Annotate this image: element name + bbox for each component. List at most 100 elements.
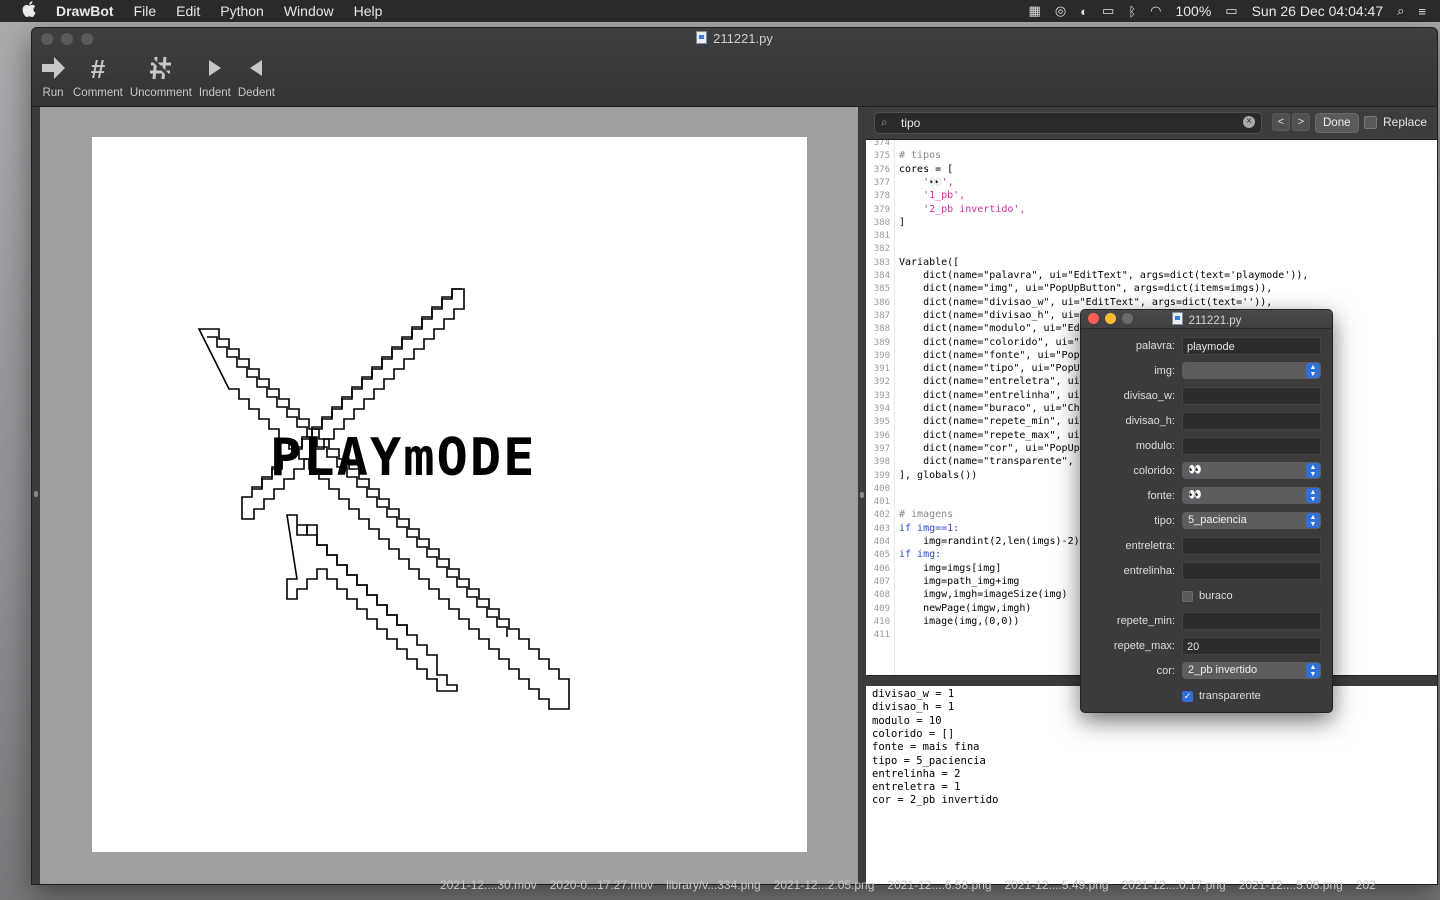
variable-textfield[interactable] (1182, 412, 1321, 430)
notification-center-icon[interactable]: ≡ (1418, 4, 1426, 19)
code-line[interactable]: 403 if img==1: (866, 522, 959, 535)
indent-button[interactable]: Indent (199, 54, 231, 99)
code-line[interactable]: 399], globals()) (866, 469, 978, 482)
sync-icon[interactable]: ◎ (1055, 3, 1066, 19)
display-icon[interactable]: ▭ (1102, 3, 1114, 19)
comment-button[interactable]: # Comment (73, 54, 123, 99)
code-line[interactable]: 378 '1_pb', (866, 189, 966, 202)
code-line[interactable]: 404 img=randint(2,len(imgs)-2) (866, 535, 1080, 548)
code-line[interactable]: 395 dict(name="repete_min", ui (866, 415, 1080, 428)
app-name-menu[interactable]: DrawBot (56, 3, 114, 19)
variable-checkbox[interactable]: ✓ transparente (1182, 690, 1261, 702)
code-line[interactable]: 380] (866, 216, 905, 229)
variable-textfield[interactable]: playmode (1182, 337, 1321, 355)
desktop-file-label[interactable]: 2021-12....6.58.png (887, 878, 991, 900)
desktop-file-label[interactable]: 2020-0...17.27.mov (550, 878, 653, 900)
left-resize-grip[interactable] (34, 491, 38, 497)
code-line[interactable]: 377 '👀', (866, 176, 954, 189)
desktop-file-label[interactable]: 2021-12....5.49.png (1005, 878, 1109, 900)
find-search-field[interactable]: ⌕ tipo × (874, 112, 1262, 134)
variable-popup[interactable]: ▲ ▼ (1182, 362, 1321, 379)
variable-textfield[interactable] (1182, 437, 1321, 455)
code-line[interactable]: 409 newPage(imgw,imgh) (866, 602, 1032, 615)
variable-textfield[interactable] (1182, 537, 1321, 555)
code-line[interactable]: 375 # tipos (866, 149, 941, 162)
variable-textfield[interactable] (1182, 562, 1321, 580)
variable-popup[interactable]: 5_paciencia ▲ ▼ (1182, 512, 1321, 529)
code-line[interactable]: 405 if img: (866, 548, 941, 561)
variable-popup[interactable]: 👀 ▲ ▼ (1182, 487, 1321, 504)
uncomment-button[interactable]: Uncomment (130, 54, 192, 99)
find-query[interactable]: tipo (901, 116, 920, 130)
code-line[interactable]: 383 Variable([ (866, 256, 959, 269)
replace-checkbox[interactable] (1364, 115, 1377, 129)
find-done-button[interactable]: Done (1315, 113, 1359, 133)
code-line[interactable]: 385 dict(name="img", ui="PopUpButton", a… (866, 282, 1273, 295)
wifi-icon[interactable]: ◠ (1150, 3, 1161, 19)
desktop-file-label[interactable]: 2021-12....5.08.png (1239, 878, 1343, 900)
menu-edit[interactable]: Edit (176, 3, 200, 19)
clear-search-icon[interactable]: × (1243, 116, 1255, 128)
bluetooth-icon[interactable]: ᛒ (1128, 4, 1136, 19)
desktop-file-label[interactable]: 2021-12....30.mov (440, 878, 537, 900)
code-line[interactable]: 410 image(img,(0,0)) (866, 615, 1020, 628)
menu-help[interactable]: Help (354, 3, 383, 19)
code-line[interactable]: 382 (866, 242, 899, 255)
code-line[interactable]: 407 img=path_img+img (866, 575, 1020, 588)
variable-checkbox[interactable]: buraco (1182, 590, 1233, 602)
menu-window[interactable]: Window (284, 3, 334, 19)
find-previous-button[interactable]: < (1272, 113, 1290, 131)
apple-menu-icon[interactable] (20, 1, 38, 21)
desktop-file-label[interactable]: 2021-12...2.05.png (774, 878, 875, 900)
clock[interactable]: Sun 26 Dec 04:04:47 (1252, 3, 1384, 19)
battery-icon[interactable]: ▭ (1225, 3, 1237, 19)
code-line[interactable]: 384 dict(name="palavra", ui="EditText", … (866, 269, 1309, 282)
variable-popup[interactable]: 👀 ▲ ▼ (1182, 462, 1321, 479)
code-line[interactable]: 379 '2_pb invertido', (866, 203, 1026, 216)
desktop-file-label[interactable]: library/v...334.png (666, 878, 761, 900)
code-line[interactable]: 401 (866, 495, 899, 508)
variable-textfield[interactable] (1182, 612, 1321, 630)
variable-popup[interactable]: 2_pb invertido ▲ ▼ (1182, 662, 1321, 679)
calendar-badge-icon[interactable]: ▦ (1029, 3, 1041, 19)
run-button[interactable]: Run (40, 54, 66, 99)
code-line[interactable]: 374 (866, 140, 899, 149)
code-line[interactable]: 411 (866, 628, 899, 641)
dedent-button[interactable]: Dedent (238, 54, 275, 99)
code-line[interactable]: 388 dict(name="modulo", ui="Ed (866, 322, 1080, 335)
pane-splitter[interactable] (858, 107, 866, 884)
output-console[interactable]: divisao_w = 1 divisao_h = 1 modulo = 10 col… (866, 686, 1437, 884)
code-line[interactable]: 394 dict(name="buraco", ui="Ch (866, 402, 1080, 415)
checkbox-checked-icon[interactable]: ✓ (1182, 690, 1193, 702)
variables-titlebar: 211221.py (1081, 310, 1332, 329)
code-line[interactable]: 389 dict(name="colorido", ui=" (866, 336, 1080, 349)
code-line[interactable]: 396 dict(name="repete_max", ui (866, 429, 1080, 442)
desktop-file-label[interactable]: 2021-12....0.17.png (1122, 878, 1226, 900)
code-line[interactable]: 408 imgw,imgh=imageSize(img) (866, 588, 1068, 601)
code-text: if img==1: (899, 522, 960, 534)
code-line[interactable]: 398 dict(name="transparente", (866, 455, 1074, 468)
code-line[interactable]: 393 dict(name="entrelinha", ui (866, 389, 1080, 402)
variable-textfield[interactable]: 20 (1182, 637, 1321, 655)
code-line[interactable]: 400 (866, 482, 899, 495)
desktop-file-label[interactable]: 202 (1356, 878, 1376, 900)
find-next-button[interactable]: > (1292, 113, 1310, 131)
dark-mode-icon[interactable]: ◐ (1080, 4, 1088, 19)
code-line[interactable]: 376 cores = [ (866, 163, 953, 176)
code-line[interactable]: 381 (866, 229, 899, 242)
menu-python[interactable]: Python (220, 3, 264, 19)
battery-percent[interactable]: 100% (1175, 3, 1211, 19)
code-line[interactable]: 402 # imagens (866, 508, 953, 521)
code-line[interactable]: 386 dict(name="divisao_w", ui="EditText"… (866, 296, 1273, 309)
code-line[interactable]: 406 img=imgs[img] (866, 562, 1002, 575)
code-line[interactable]: 387 dict(name="divisao_h", ui= (866, 309, 1080, 322)
variable-textfield[interactable] (1182, 387, 1321, 405)
code-line[interactable]: 397 dict(name="cor", ui="PopUp (866, 442, 1080, 455)
code-line[interactable]: 392 dict(name="entreletra", ui (866, 375, 1080, 388)
replace-toggle[interactable]: Replace (1364, 115, 1427, 129)
code-line[interactable]: 390 dict(name="fonte", ui="Pop (866, 349, 1080, 362)
spotlight-search-icon[interactable]: ⌕ (1397, 3, 1404, 19)
code-line[interactable]: 391 dict(name="tipo", ui="PopU (866, 362, 1080, 375)
menu-file[interactable]: File (134, 3, 157, 19)
checkbox-unchecked-icon[interactable] (1182, 590, 1193, 602)
